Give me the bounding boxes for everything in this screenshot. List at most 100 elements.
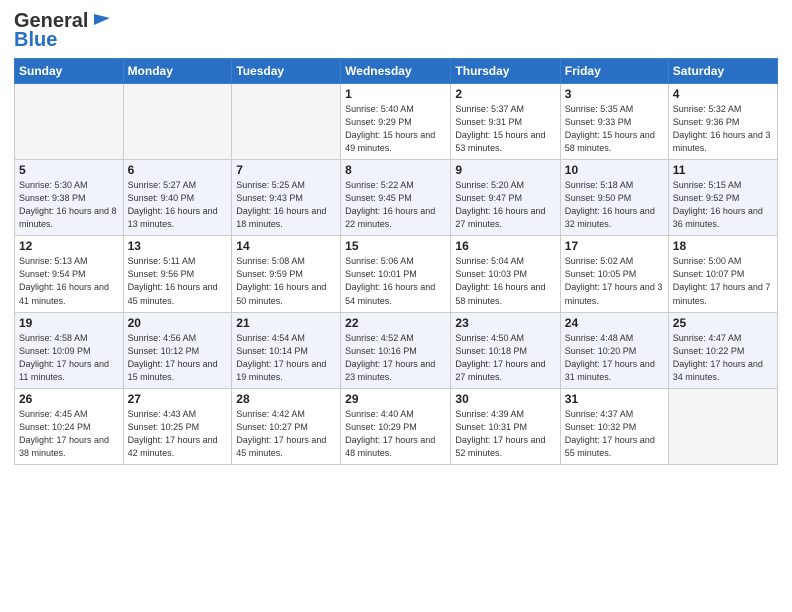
calendar-day-cell: 15 Sunrise: 5:06 AM Sunset: 10:01 PM Dayl… [341,236,451,312]
day-detail: Sunrise: 5:35 AM Sunset: 9:33 PM Dayligh… [565,103,664,155]
day-detail: Sunrise: 5:30 AM Sunset: 9:38 PM Dayligh… [19,179,119,231]
logo-flag-icon [90,12,112,30]
calendar-week-row: 26Sunrise: 4:45 AM Sunset: 10:24 PM Dayl… [15,388,778,464]
calendar-day-cell: 19 Sunrise: 4:58 AM Sunset: 10:09 PM Dayl… [15,312,124,388]
calendar-day-cell: 31 Sunrise: 4:37 AM Sunset: 10:32 PM Dayl… [560,388,668,464]
day-number: 15 [345,239,446,253]
header: General Blue [14,10,778,52]
day-number: 29 [345,392,446,406]
calendar-day-cell: 18Sunrise: 5:00 AM Sunset: 10:07 PM Dayl… [668,236,777,312]
calendar-day-cell: 17Sunrise: 5:02 AM Sunset: 10:05 PM Dayl… [560,236,668,312]
day-number: 20 [128,316,228,330]
calendar-day-cell: 10 Sunrise: 5:18 AM Sunset: 9:50 PM Dayli… [560,160,668,236]
day-detail: Sunrise: 4:43 AM Sunset: 10:25 PM Daylig… [128,408,228,460]
day-number: 4 [673,87,773,101]
day-detail: Sunrise: 5:04 AM Sunset: 10:03 PM Daylig… [455,255,555,307]
calendar-day-cell: 21 Sunrise: 4:54 AM Sunset: 10:14 PM Dayl… [232,312,341,388]
day-number: 11 [673,163,773,177]
day-number: 21 [236,316,336,330]
calendar-day-cell [123,84,232,160]
day-number: 7 [236,163,336,177]
day-number: 9 [455,163,555,177]
calendar-day-cell: 30 Sunrise: 4:39 AM Sunset: 10:31 PM Dayl… [451,388,560,464]
day-detail: Sunrise: 4:50 AM Sunset: 10:18 PM Daylig… [455,332,555,384]
day-number: 22 [345,316,446,330]
day-number: 26 [19,392,119,406]
day-detail: Sunrise: 5:13 AM Sunset: 9:54 PM Dayligh… [19,255,119,307]
day-detail: Sunrise: 5:32 AM Sunset: 9:36 PM Dayligh… [673,103,773,155]
calendar-day-cell [232,84,341,160]
calendar-day-cell: 29 Sunrise: 4:40 AM Sunset: 10:29 PM Dayl… [341,388,451,464]
weekday-header-wednesday: Wednesday [341,59,451,84]
calendar-day-cell: 5 Sunrise: 5:30 AM Sunset: 9:38 PM Daylig… [15,160,124,236]
calendar-day-cell [668,388,777,464]
day-number: 16 [455,239,555,253]
calendar-day-cell [15,84,124,160]
day-number: 23 [455,316,555,330]
day-detail: Sunrise: 5:08 AM Sunset: 9:59 PM Dayligh… [236,255,336,307]
day-number: 3 [565,87,664,101]
weekday-header-monday: Monday [123,59,232,84]
day-number: 12 [19,239,119,253]
day-detail: Sunrise: 4:47 AM Sunset: 10:22 PM Daylig… [673,332,773,384]
calendar-day-cell: 28Sunrise: 4:42 AM Sunset: 10:27 PM Dayl… [232,388,341,464]
weekday-header-saturday: Saturday [668,59,777,84]
calendar-day-cell: 12 Sunrise: 5:13 AM Sunset: 9:54 PM Dayli… [15,236,124,312]
calendar-week-row: 1 Sunrise: 5:40 AM Sunset: 9:29 PM Daylig… [15,84,778,160]
day-detail: Sunrise: 4:40 AM Sunset: 10:29 PM Daylig… [345,408,446,460]
calendar-day-cell: 6Sunrise: 5:27 AM Sunset: 9:40 PM Daylig… [123,160,232,236]
calendar-week-row: 19 Sunrise: 4:58 AM Sunset: 10:09 PM Dayl… [15,312,778,388]
calendar-day-cell: 16 Sunrise: 5:04 AM Sunset: 10:03 PM Dayl… [451,236,560,312]
logo: General Blue [14,10,112,52]
weekday-header-tuesday: Tuesday [232,59,341,84]
day-detail: Sunrise: 5:40 AM Sunset: 9:29 PM Dayligh… [345,103,446,155]
page: General Blue SundayMondayTuesdayWednesda… [0,0,792,612]
day-detail: Sunrise: 4:48 AM Sunset: 10:20 PM Daylig… [565,332,664,384]
day-detail: Sunrise: 4:37 AM Sunset: 10:32 PM Daylig… [565,408,664,460]
calendar-day-cell: 11 Sunrise: 5:15 AM Sunset: 9:52 PM Dayli… [668,160,777,236]
day-detail: Sunrise: 5:15 AM Sunset: 9:52 PM Dayligh… [673,179,773,231]
day-detail: Sunrise: 5:20 AM Sunset: 9:47 PM Dayligh… [455,179,555,231]
day-detail: Sunrise: 4:54 AM Sunset: 10:14 PM Daylig… [236,332,336,384]
calendar-day-cell: 1 Sunrise: 5:40 AM Sunset: 9:29 PM Daylig… [341,84,451,160]
day-number: 27 [128,392,228,406]
day-number: 13 [128,239,228,253]
day-number: 17 [565,239,664,253]
day-number: 5 [19,163,119,177]
calendar-day-cell: 26Sunrise: 4:45 AM Sunset: 10:24 PM Dayl… [15,388,124,464]
day-detail: Sunrise: 5:18 AM Sunset: 9:50 PM Dayligh… [565,179,664,231]
calendar-day-cell: 13 Sunrise: 5:11 AM Sunset: 9:56 PM Dayli… [123,236,232,312]
weekday-header-row: SundayMondayTuesdayWednesdayThursdayFrid… [15,59,778,84]
calendar-table: SundayMondayTuesdayWednesdayThursdayFrid… [14,58,778,465]
day-detail: Sunrise: 4:52 AM Sunset: 10:16 PM Daylig… [345,332,446,384]
day-number: 18 [673,239,773,253]
calendar-day-cell: 8Sunrise: 5:22 AM Sunset: 9:45 PM Daylig… [341,160,451,236]
calendar-day-cell: 20 Sunrise: 4:56 AM Sunset: 10:12 PM Dayl… [123,312,232,388]
calendar-day-cell: 14 Sunrise: 5:08 AM Sunset: 9:59 PM Dayli… [232,236,341,312]
day-number: 31 [565,392,664,406]
weekday-header-thursday: Thursday [451,59,560,84]
day-number: 28 [236,392,336,406]
calendar-week-row: 12 Sunrise: 5:13 AM Sunset: 9:54 PM Dayli… [15,236,778,312]
weekday-header-friday: Friday [560,59,668,84]
day-number: 6 [128,163,228,177]
day-number: 19 [19,316,119,330]
day-number: 30 [455,392,555,406]
calendar-day-cell: 22 Sunrise: 4:52 AM Sunset: 10:16 PM Dayl… [341,312,451,388]
day-number: 10 [565,163,664,177]
calendar-day-cell: 27 Sunrise: 4:43 AM Sunset: 10:25 PM Dayl… [123,388,232,464]
day-number: 24 [565,316,664,330]
day-detail: Sunrise: 4:39 AM Sunset: 10:31 PM Daylig… [455,408,555,460]
day-number: 8 [345,163,446,177]
day-number: 2 [455,87,555,101]
day-detail: Sunrise: 4:56 AM Sunset: 10:12 PM Daylig… [128,332,228,384]
calendar-day-cell: 9 Sunrise: 5:20 AM Sunset: 9:47 PM Daylig… [451,160,560,236]
day-detail: Sunrise: 4:58 AM Sunset: 10:09 PM Daylig… [19,332,119,384]
calendar-day-cell: 25Sunrise: 4:47 AM Sunset: 10:22 PM Dayl… [668,312,777,388]
day-detail: Sunrise: 5:11 AM Sunset: 9:56 PM Dayligh… [128,255,228,307]
day-detail: Sunrise: 5:06 AM Sunset: 10:01 PM Daylig… [345,255,446,307]
calendar-day-cell: 3 Sunrise: 5:35 AM Sunset: 9:33 PM Daylig… [560,84,668,160]
day-number: 14 [236,239,336,253]
day-detail: Sunrise: 5:25 AM Sunset: 9:43 PM Dayligh… [236,179,336,231]
day-number: 1 [345,87,446,101]
